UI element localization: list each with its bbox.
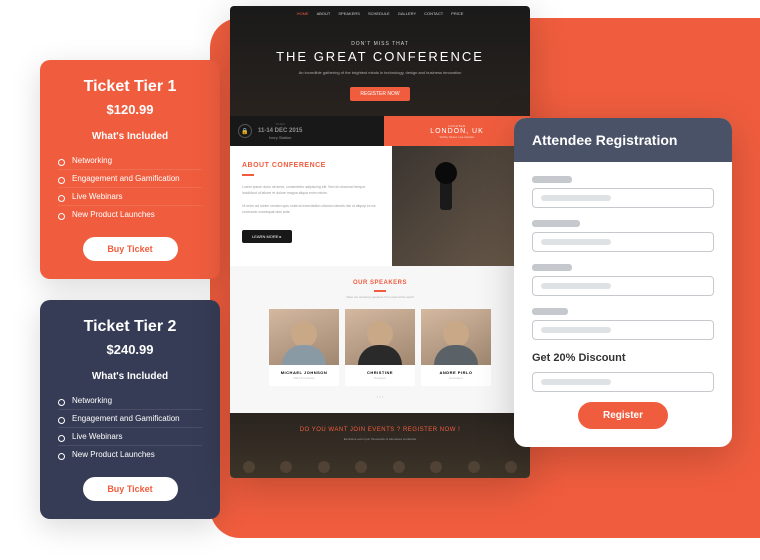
event-date: WHEN11-14 DEC 2015Ivory Station: [258, 121, 302, 141]
ticket-tier-2-card: Ticket Tier 2 $240.99 What's Included Ne…: [40, 300, 220, 519]
cta-section: DO YOU WANT JOIN EVENTS ? REGISTER NOW !…: [230, 413, 530, 478]
speakers-title: OUR SPEAKERS: [242, 280, 518, 286]
nav-gallery[interactable]: GALLERY: [398, 11, 416, 16]
speaker-card[interactable]: ANDRE PIRLODeveloper: [421, 309, 491, 386]
nav-speakers[interactable]: SPEAKERS: [338, 11, 360, 16]
ticket-tier-1-card: Ticket Tier 1 $120.99 What's Included Ne…: [40, 60, 220, 279]
text-input[interactable]: [532, 232, 714, 252]
carousel-dots[interactable]: • • •: [242, 394, 518, 399]
register-button[interactable]: Register: [578, 402, 668, 429]
buy-ticket-button[interactable]: Buy Ticket: [83, 237, 178, 261]
list-item: New Product Launches: [58, 446, 202, 463]
discount-label: Get 20% Discount: [532, 352, 714, 364]
ticket-title: Ticket Tier 2: [58, 318, 202, 336]
speakers-section: OUR SPEAKERS Meet our amazing speakers f…: [230, 266, 530, 413]
learn-more-button[interactable]: LEARN MORE ▸: [242, 230, 292, 243]
buy-ticket-button[interactable]: Buy Ticket: [83, 477, 178, 501]
about-section: ABOUT CONFERENCE Lorem ipsum dolor sit a…: [230, 146, 530, 266]
hero-subtitle: An incredible gathering of the brightest…: [290, 70, 470, 76]
location-address: Welby Street, Lee Garden: [440, 135, 475, 139]
list-item: Networking: [58, 152, 202, 170]
date-block: 🔒 WHEN11-14 DEC 2015Ivory Station: [230, 116, 384, 146]
speaker-card[interactable]: CHRISTINEDesigner: [345, 309, 415, 386]
ticket-price: $120.99: [58, 102, 202, 117]
ticket-features: Networking Engagement and Gamification L…: [58, 152, 202, 223]
form-field: [532, 176, 714, 208]
about-image: [392, 146, 530, 266]
list-item: Engagement and Gamification: [58, 170, 202, 188]
main-nav: HOME ABOUT SPEAKERS SCHEDULE GALLERY CON…: [230, 6, 530, 21]
cta-subtitle: Exclusive event join thousands of attend…: [230, 437, 530, 441]
form-field: [532, 220, 714, 252]
about-text: Lorem ipsum dolor sit amet, consectetur …: [242, 184, 380, 197]
about-title: ABOUT CONFERENCE: [242, 162, 380, 169]
about-text: Ut enim ad minim veniam quis nostrud exe…: [242, 203, 380, 216]
hero-section: HOME ABOUT SPEAKERS SCHEDULE GALLERY CON…: [230, 6, 530, 146]
form-field: [532, 308, 714, 340]
calendar-icon: 🔒: [238, 124, 252, 138]
included-label: What's Included: [58, 131, 202, 142]
text-input[interactable]: [532, 320, 714, 340]
registration-card: Attendee Registration Get 20% Discount R…: [514, 118, 732, 447]
form-field: [532, 264, 714, 296]
included-label: What's Included: [58, 371, 202, 382]
list-item: Live Webinars: [58, 428, 202, 446]
list-item: Engagement and Gamification: [58, 410, 202, 428]
location-tag: LOCATED: [448, 124, 465, 128]
location-city: LONDON, UK: [430, 128, 484, 135]
list-item: New Product Launches: [58, 206, 202, 223]
discount-input[interactable]: [532, 372, 714, 392]
text-input[interactable]: [532, 188, 714, 208]
nav-contact[interactable]: CONTACT: [424, 11, 443, 16]
microphone-icon: [440, 170, 452, 210]
cta-title: DO YOU WANT JOIN EVENTS ? REGISTER NOW !: [230, 427, 530, 433]
field-label: [532, 220, 580, 227]
hero-register-button[interactable]: REGISTER NOW: [350, 87, 409, 101]
field-label: [532, 264, 572, 271]
nav-schedule[interactable]: SCHEDULE: [368, 11, 390, 16]
speakers-subtitle: Meet our amazing speakers from around th…: [242, 295, 518, 299]
hero-tagline: DON'T MISS THAT: [230, 41, 530, 47]
list-item: Networking: [58, 392, 202, 410]
nav-price[interactable]: PRICE: [451, 11, 463, 16]
field-label: [532, 308, 568, 315]
field-label: [532, 176, 572, 183]
website-preview: HOME ABOUT SPEAKERS SCHEDULE GALLERY CON…: [230, 6, 530, 478]
location-block: LOCATED LONDON, UK Welby Street, Lee Gar…: [384, 116, 530, 146]
list-item: Live Webinars: [58, 188, 202, 206]
nav-about[interactable]: ABOUT: [317, 11, 331, 16]
ticket-title: Ticket Tier 1: [58, 78, 202, 96]
text-input[interactable]: [532, 276, 714, 296]
ticket-price: $240.99: [58, 342, 202, 357]
speaker-card[interactable]: MICHAEL JOHNSONCEO & Founder: [269, 309, 339, 386]
nav-home[interactable]: HOME: [297, 11, 309, 16]
registration-title: Attendee Registration: [514, 118, 732, 162]
ticket-features: Networking Engagement and Gamification L…: [58, 392, 202, 463]
hero-title: THE GREAT CONFERENCE: [230, 49, 530, 64]
